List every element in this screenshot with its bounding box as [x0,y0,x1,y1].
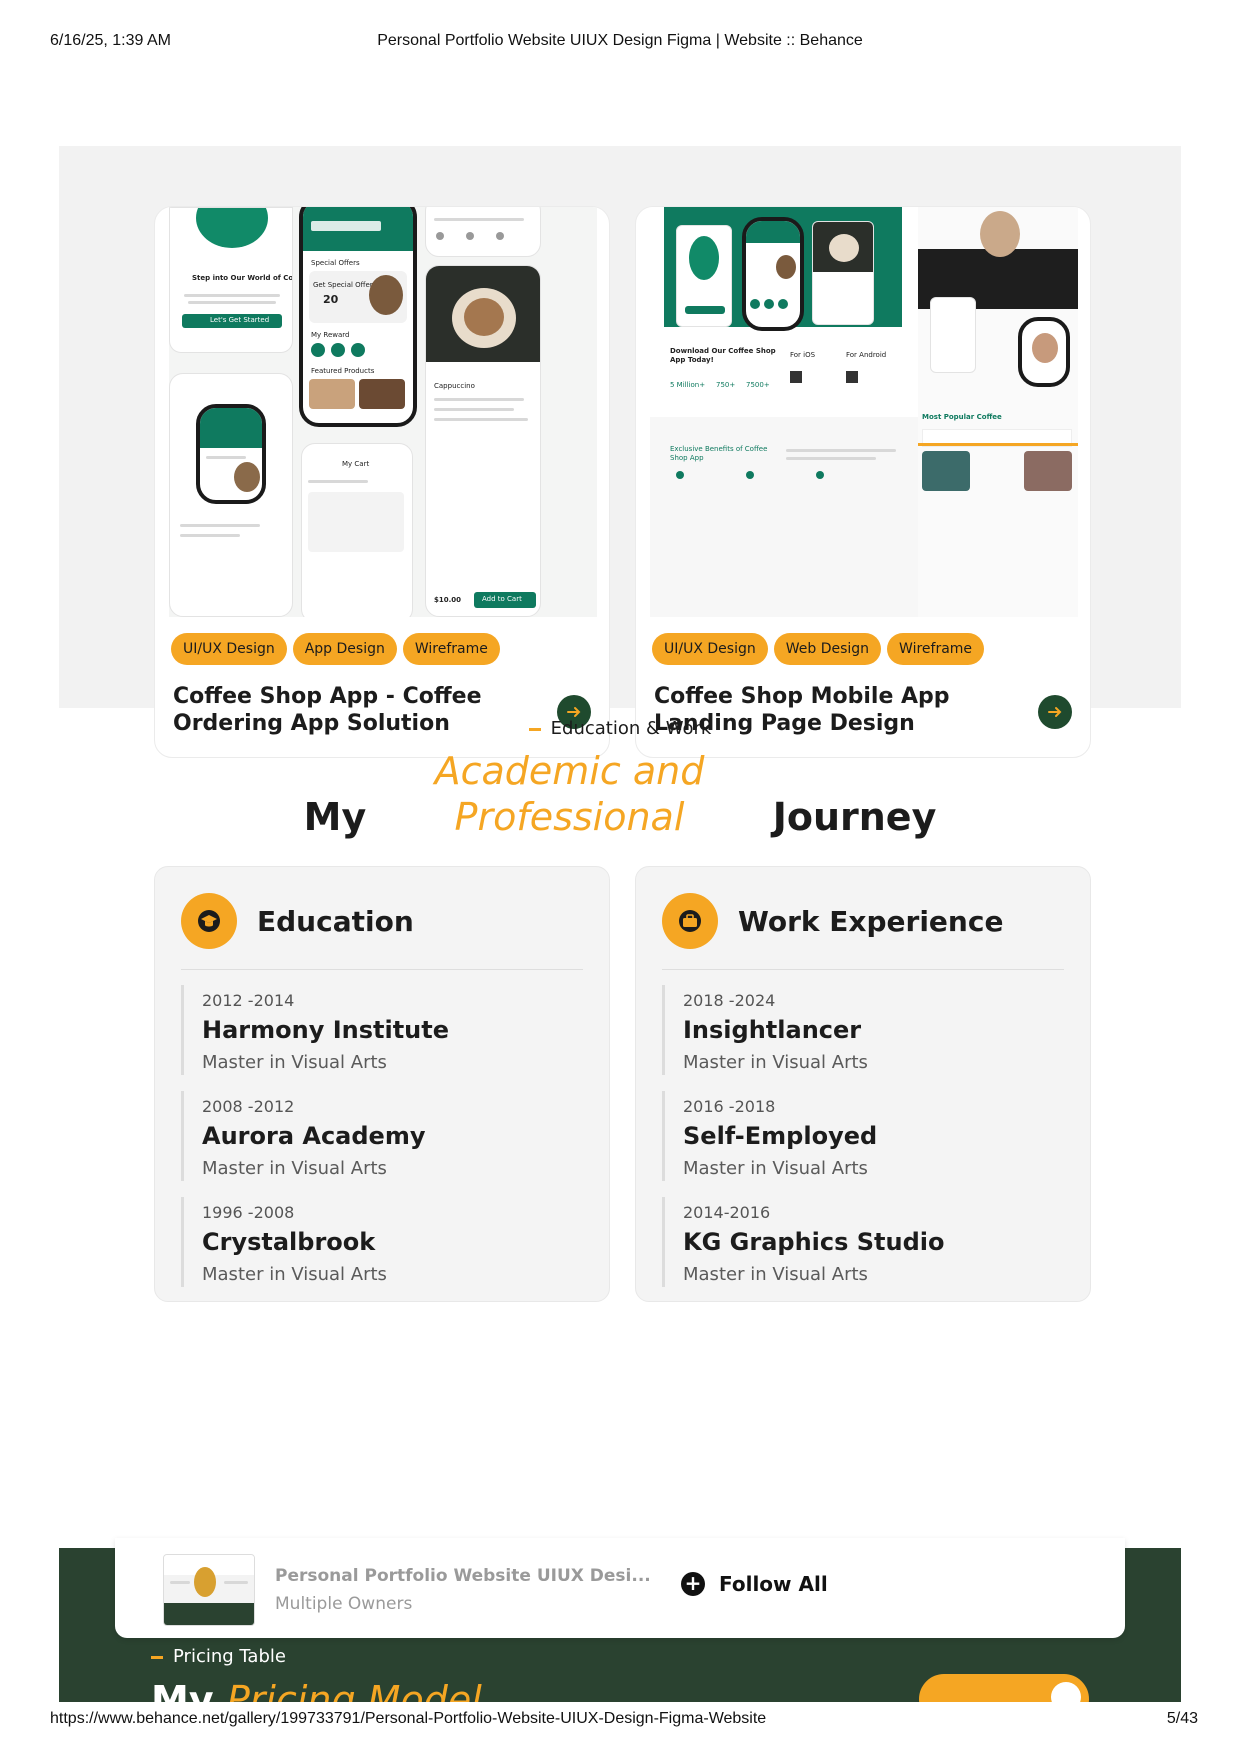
entry-years: 2014-2016 [683,1203,771,1222]
work-experience-card: Work Experience 2018 -2024 Insightlancer… [635,866,1091,1302]
section-kicker: Education & Work [59,718,1181,739]
pricing-title: My Pricing Model [151,1678,482,1702]
title-part: My [151,1678,214,1702]
entry-degree: Master in Visual Arts [202,1264,387,1285]
education-entry: 2008 -2012 Aurora Academy Master in Visu… [181,1091,561,1181]
graduation-cap-icon [181,893,237,949]
title-part: Journey [772,795,937,839]
briefcase-icon [662,893,718,949]
entry-org: Aurora Academy [202,1122,426,1150]
entry-years: 2012 -2014 [202,991,295,1010]
tag-list: UI/UX Design Web Design Wireframe [652,633,985,665]
title-accent: Academic and Professional [434,749,705,839]
cart-text: My Cart [342,460,370,468]
work-entry: 2014-2016 KG Graphics Studio Master in V… [662,1197,1042,1287]
print-doc-title: Personal Portfolio Website UIUX Design F… [377,32,863,49]
print-page-number: 5/43 [1166,1710,1198,1727]
stat-text: 7500+ [746,381,770,389]
ios-label: For iOS [790,351,816,359]
offer-text: Get Special Offer [313,281,373,289]
tag[interactable]: Web Design [773,633,882,665]
education-card: Education 2012 -2014 Harmony Institute M… [154,866,610,1302]
education-heading: Education [257,904,414,938]
project-name[interactable]: Personal Portfolio Website UIUX Desi... [275,1566,651,1586]
follow-all-button[interactable]: + Follow All [681,1572,828,1596]
divider [662,969,1064,970]
billing-toggle[interactable] [919,1674,1089,1702]
special-offers-text: Special Offers [311,259,360,267]
pricing-kicker: Pricing Table [151,1646,286,1667]
tag[interactable]: App Design [292,633,397,665]
title-accent: Pricing Model [226,1678,482,1702]
behance-page: Step into Our World of Coffee Delight! L… [59,58,1181,1702]
entry-years: 1996 -2008 [202,1203,295,1222]
work-entry: 2018 -2024 Insightlancer Master in Visua… [662,985,1042,1075]
title-part: My [303,795,367,839]
entry-degree: Master in Visual Arts [683,1158,868,1179]
stat-text: 5 Million+ [670,381,706,389]
project-thumbnail[interactable] [163,1554,255,1626]
android-label: For Android [846,351,887,359]
add-to-cart-label: Add to Cart [482,595,522,603]
popular-text: Most Popular Coffee [922,413,1002,421]
benefits-text: Exclusive Benefits of Coffee Shop App [670,445,768,462]
education-entry: 1996 -2008 Crystalbrook Master in Visual… [181,1197,561,1287]
toggle-knob[interactable] [1051,1682,1081,1702]
follow-all-label: Follow All [719,1572,828,1596]
project-thumbnail-coffee-app[interactable]: Step into Our World of Coffee Delight! L… [169,207,597,617]
reward-text: My Reward [311,331,350,339]
tag[interactable]: Wireframe [402,633,500,665]
entry-org: Crystalbrook [202,1228,376,1256]
entry-degree: Master in Visual Arts [202,1158,387,1179]
kicker-text: Education & Work [550,718,712,739]
print-footer: https://www.behance.net/gallery/19973379… [0,1708,1240,1732]
price-text: $10.00 [434,596,462,604]
tag-list: UI/UX Design App Design Wireframe [171,633,500,665]
print-header: 6/16/25, 1:39 AM Personal Portfolio Webs… [0,30,1240,54]
entry-degree: Master in Visual Arts [202,1052,387,1073]
project-thumbnail-coffee-landing[interactable]: Download Our Coffee Shop App Today! For … [650,207,1078,617]
get-started-label: Let's Get Started [210,316,270,324]
offer-value: 20 [323,293,339,306]
entry-org: Self-Employed [683,1122,878,1150]
stat-text: 750+ [716,381,736,389]
projects-section: Step into Our World of Coffee Delight! L… [59,146,1181,758]
entry-org: KG Graphics Studio [683,1228,945,1256]
entry-years: 2008 -2012 [202,1097,295,1116]
pricing-kicker-text: Pricing Table [173,1646,286,1667]
divider [181,969,583,970]
print-url: https://www.behance.net/gallery/19973379… [50,1710,767,1727]
plus-circle-icon: + [681,1572,705,1596]
tag[interactable]: Wireframe [887,633,985,665]
entry-org: Harmony Institute [202,1016,450,1044]
tag[interactable]: UI/UX Design [171,633,287,665]
sticky-project-bar: Personal Portfolio Website UIUX Desi... … [115,1538,1125,1638]
entry-org: Insightlancer [683,1016,862,1044]
work-entry: 2016 -2018 Self-Employed Master in Visua… [662,1091,1042,1181]
featured-text: Featured Products [311,367,375,375]
entry-years: 2018 -2024 [683,991,776,1010]
welcome-text: Step into Our World of Coffee Delight! [192,274,293,282]
project-owners[interactable]: Multiple Owners [275,1594,412,1614]
work-heading: Work Experience [738,904,1004,938]
entry-years: 2016 -2018 [683,1097,776,1116]
download-text: Download Our Coffee Shop App Today! [670,347,776,364]
education-entry: 2012 -2014 Harmony Institute Master in V… [181,985,561,1075]
coffee-name: Cappuccino [434,382,475,390]
project-card[interactable]: Download Our Coffee Shop App Today! For … [635,206,1091,758]
tag[interactable]: UI/UX Design [652,633,768,665]
section-title: My Academic and Professional Journey [59,748,1181,840]
entry-degree: Master in Visual Arts [683,1052,868,1073]
entry-degree: Master in Visual Arts [683,1264,868,1285]
project-card[interactable]: Step into Our World of Coffee Delight! L… [154,206,610,758]
